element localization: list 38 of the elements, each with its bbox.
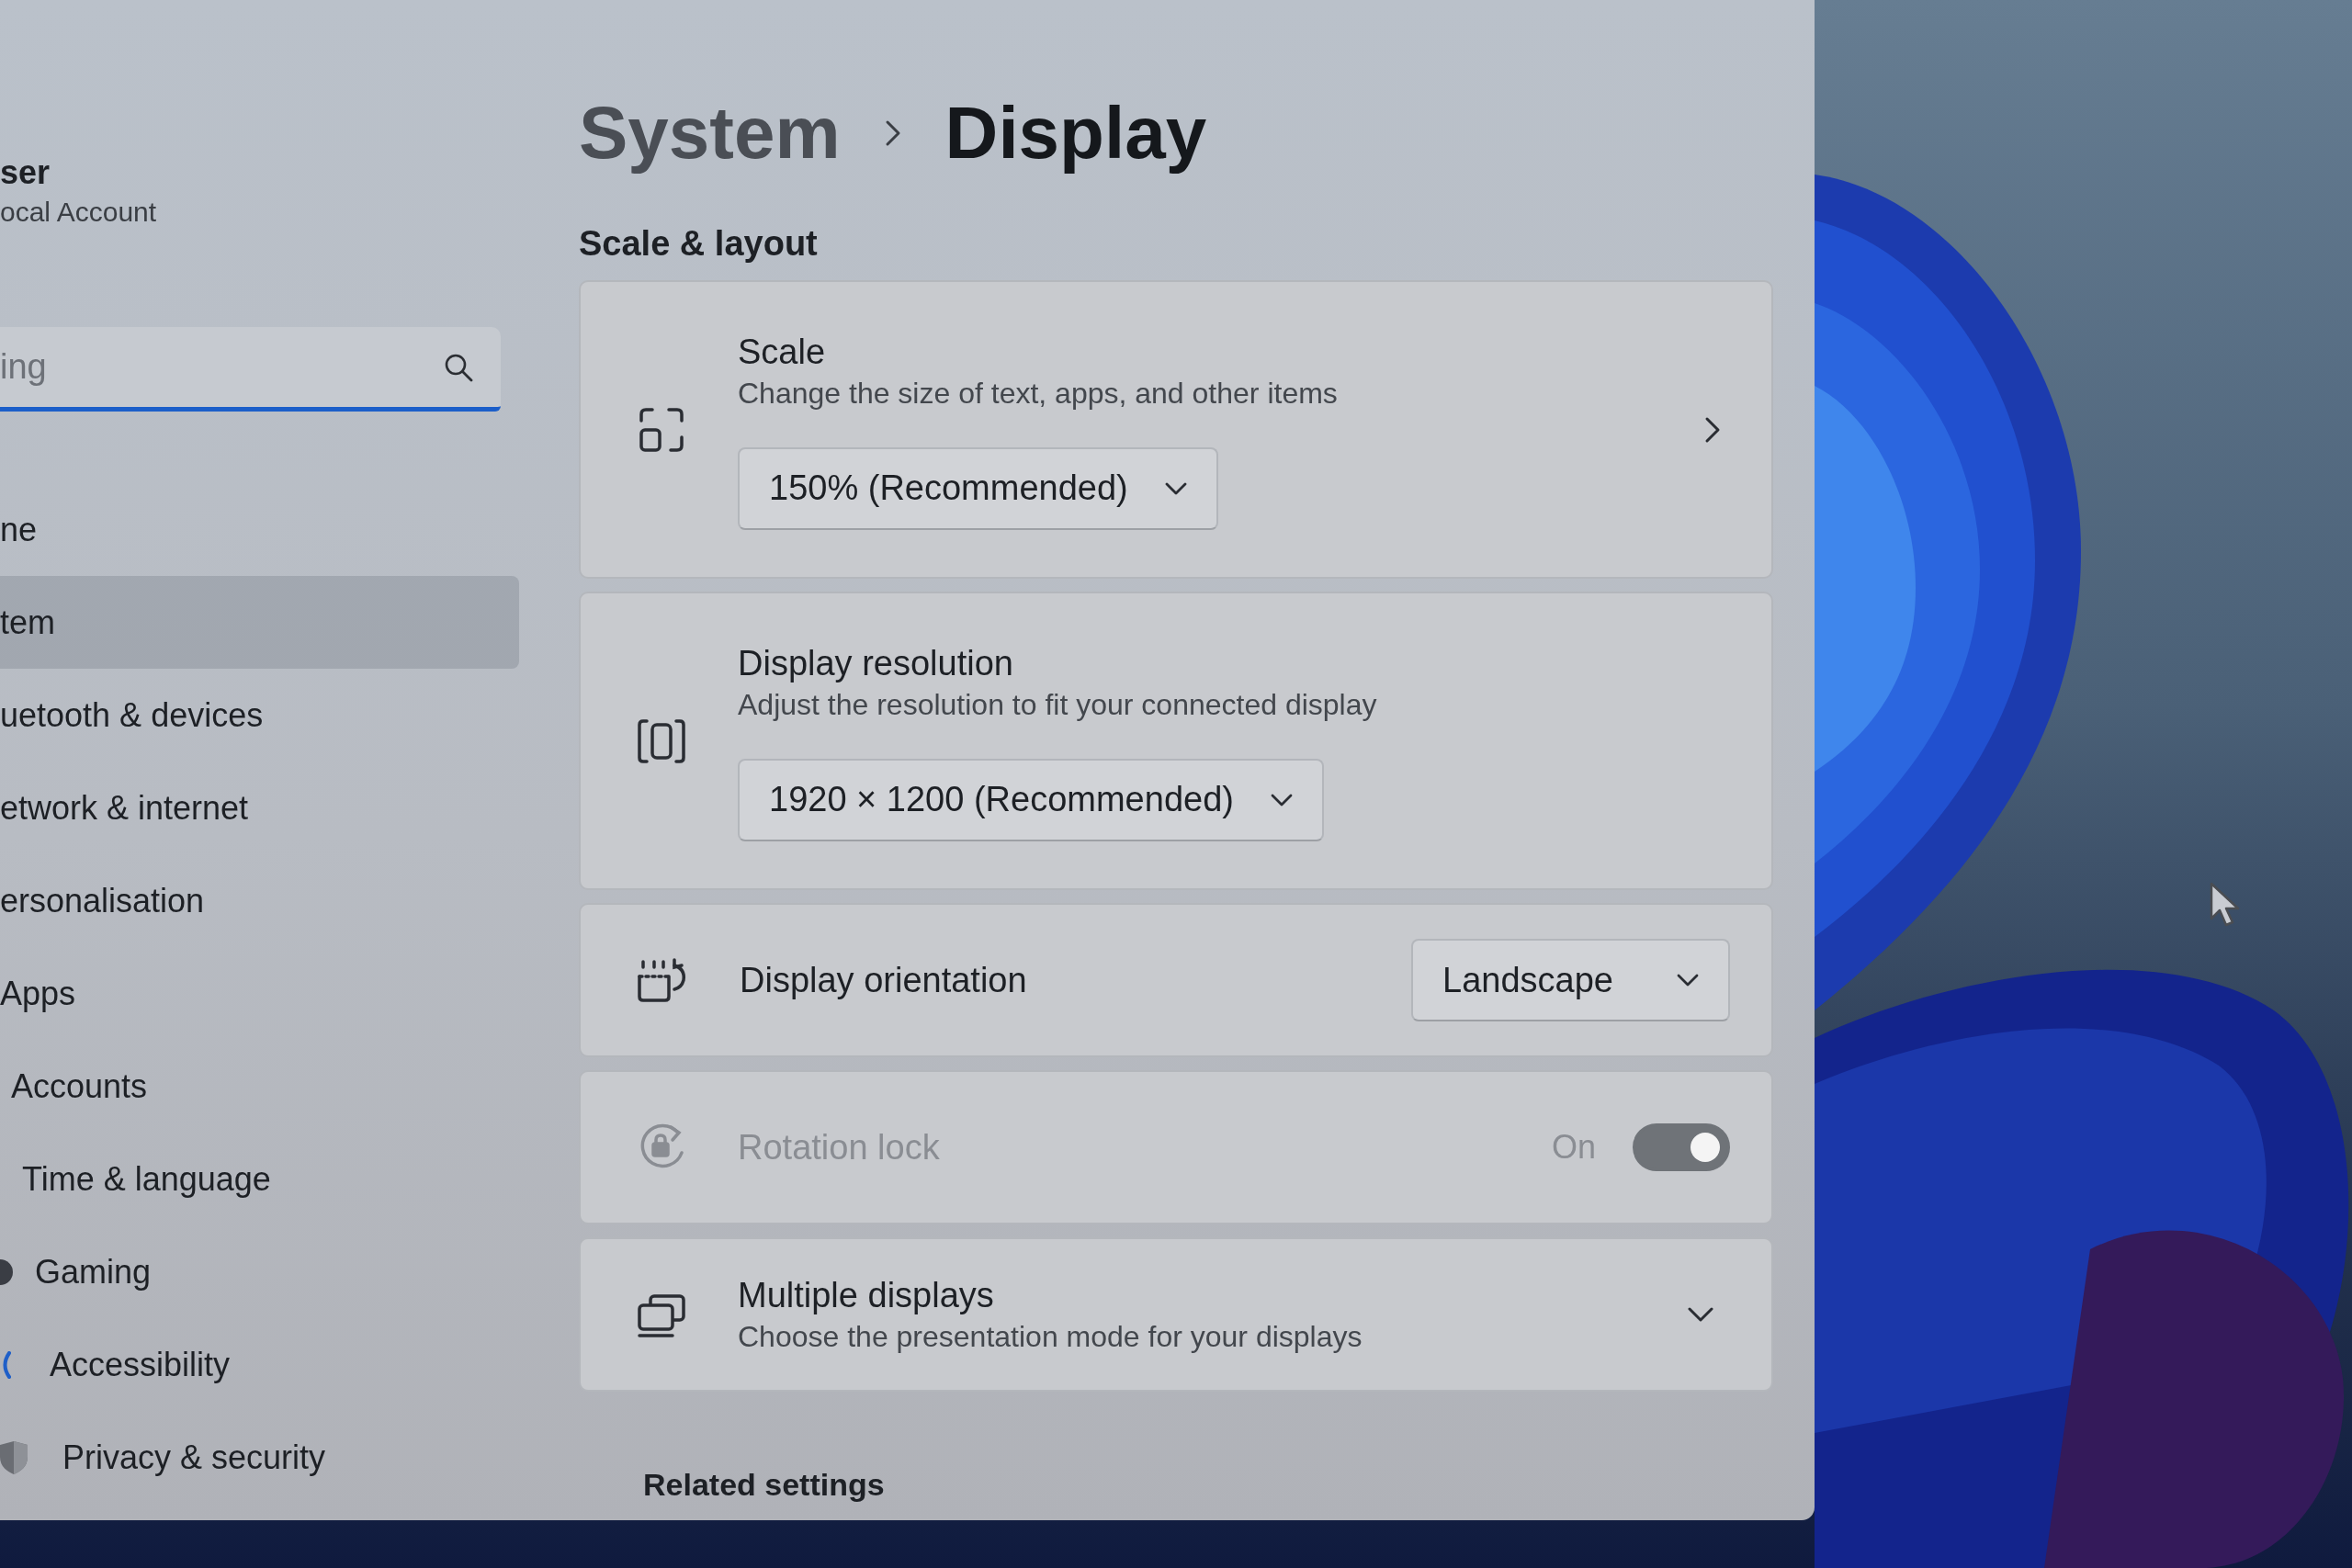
- setting-title: Display resolution: [738, 642, 1013, 684]
- toggle-state-label: On: [1551, 1127, 1596, 1168]
- sidebar-item[interactable]: tem: [0, 576, 519, 669]
- sidebar-item[interactable]: Time & language: [0, 1133, 519, 1225]
- dropdown[interactable]: 1920 × 1200 (Recommended): [738, 758, 1324, 841]
- setting-title: Scale: [738, 331, 826, 373]
- arc-icon: [0, 1350, 11, 1379]
- cursor-icon: [2210, 882, 2241, 928]
- shield-icon: [0, 1440, 28, 1474]
- section-title: Related settings: [643, 1466, 885, 1504]
- account-type: ocal Account: [0, 196, 157, 229]
- setting-description: Adjust the resolution to fit your connected display: [738, 686, 1377, 723]
- dropdown[interactable]: 150% (Recommended): [738, 446, 1218, 530]
- caret-icon: [1677, 974, 1699, 987]
- caret-icon: [1270, 793, 1293, 807]
- dropdown[interactable]: Landscape: [1411, 939, 1730, 1021]
- sidebar-item[interactable]: uetooth & devices: [0, 669, 519, 761]
- caret-icon: [1164, 481, 1187, 495]
- search-icon: [444, 353, 473, 382]
- setting-description: Choose the presentation mode for your displays: [738, 1319, 1363, 1355]
- sidebar-item[interactable]: Accounts: [0, 1040, 519, 1133]
- sidebar-item[interactable]: etwork & internet: [0, 761, 519, 854]
- sidebar-item[interactable]: ersonalisation: [0, 854, 519, 947]
- breadcrumb-item: Display: [944, 91, 1207, 175]
- sidebar-item[interactable]: Gaming: [0, 1225, 519, 1318]
- breadcrumb-item[interactable]: System: [579, 87, 841, 179]
- setting-title: Rotation lock: [738, 1127, 940, 1168]
- chevron-right-icon: [884, 119, 901, 147]
- sidebar-item[interactable]: Apps: [0, 947, 519, 1040]
- section-title: Scale & layout: [579, 223, 818, 265]
- sidebar-item[interactable]: Privacy & security: [0, 1411, 519, 1504]
- user-name: ser: [0, 152, 51, 193]
- setting-title: Display orientation: [740, 960, 1027, 1001]
- sidebar-item[interactable]: Accessibility: [0, 1318, 519, 1411]
- setting-title: Multiple displays: [738, 1275, 994, 1316]
- setting-description: Change the size of text, apps, and other items: [738, 375, 1338, 412]
- search-field[interactable]: ing: [0, 327, 501, 412]
- sidebar-item[interactable]: ne: [0, 483, 519, 576]
